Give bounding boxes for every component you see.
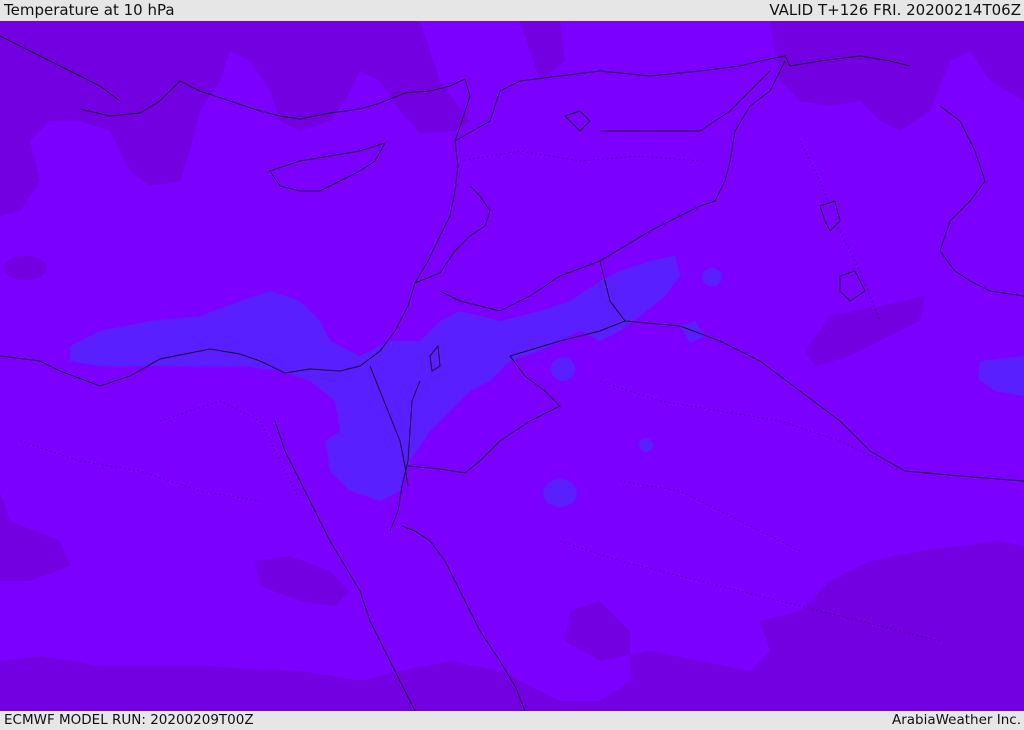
credit-label: ArabiaWeather Inc. — [891, 712, 1021, 728]
map-canvas — [0, 21, 1024, 711]
map-title: Temperature at 10 hPa — [4, 1, 175, 19]
footer-bar: ECMWF MODEL RUN: 20200209T00Z ArabiaWeat… — [0, 711, 1024, 729]
weather-map[interactable] — [0, 21, 1024, 711]
valid-time-label: VALID T+126 FRI. 20200214T06Z — [769, 1, 1021, 19]
header-bar: Temperature at 10 hPa VALID T+126 FRI. 2… — [0, 0, 1024, 21]
model-run-label: ECMWF MODEL RUN: 20200209T00Z — [4, 712, 254, 728]
